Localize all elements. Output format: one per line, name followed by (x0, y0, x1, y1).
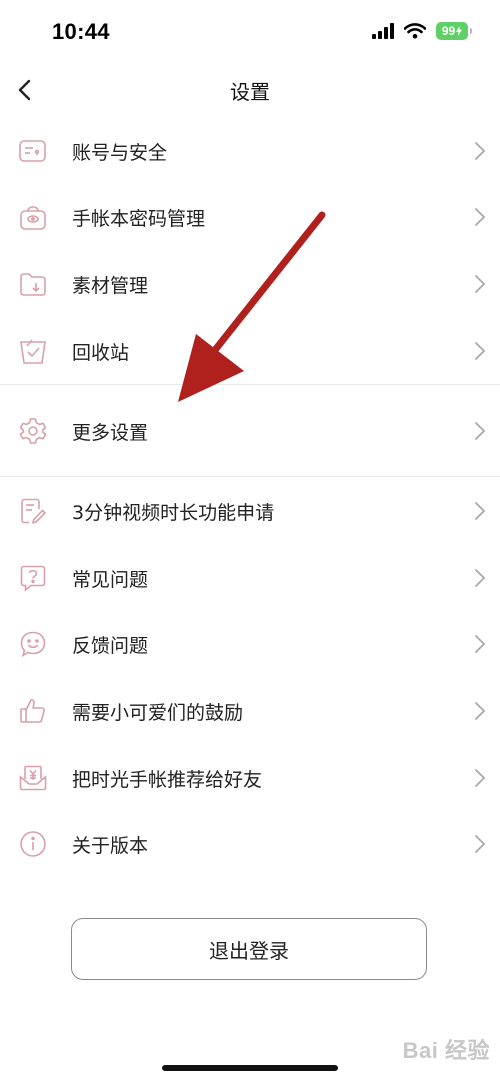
settings-item-faq[interactable]: 常见问题 (0, 545, 500, 611)
watermark: Bai 经验 (402, 1038, 490, 1063)
chevron-right-icon (475, 208, 486, 226)
chevron-right-icon (475, 422, 486, 440)
settings-item-label: 回收站 (72, 341, 130, 364)
section-divider (0, 476, 500, 477)
id-card-heart-icon (19, 140, 46, 162)
folder-download-icon (20, 273, 46, 296)
settings-item-material-management[interactable]: 素材管理 (0, 251, 500, 317)
chevron-right-icon (475, 502, 486, 520)
wifi-icon (404, 23, 426, 39)
settings-item-label: 素材管理 (72, 274, 149, 297)
status-icons: 99 (372, 22, 472, 40)
settings-item-label: 常见问题 (72, 568, 149, 591)
chevron-right-icon (475, 569, 486, 587)
section-divider (0, 384, 500, 385)
settings-item-label: 3分钟视频时长功能申请 (72, 501, 275, 524)
share-gift-icon (19, 765, 47, 791)
thumbs-up-icon (20, 699, 45, 723)
settings-item-label: 手帐本密码管理 (72, 207, 206, 230)
gear-icon (19, 418, 47, 444)
document-edit-icon (21, 498, 47, 524)
info-icon (20, 831, 46, 857)
settings-item-about-version[interactable]: 关于版本 (0, 811, 500, 877)
chevron-right-icon (475, 769, 486, 787)
status-time: 10:44 (52, 19, 110, 44)
chevron-right-icon (475, 835, 486, 853)
logout-button[interactable]: 退出登录 (71, 918, 427, 980)
navigation-bar: 设置 (0, 66, 500, 114)
settings-item-video-duration-apply[interactable]: 3分钟视频时长功能申请 (0, 478, 500, 544)
lock-box-icon (20, 206, 46, 230)
question-icon (20, 565, 46, 592)
settings-item-recycle-bin[interactable]: 回收站 (0, 318, 500, 384)
settings-item-encourage[interactable]: 需要小可爱们的鼓励 (0, 678, 500, 744)
chevron-right-icon (475, 702, 486, 720)
battery-icon: 99 (436, 22, 472, 40)
settings-item-label: 把时光手帐推荐给好友 (72, 768, 263, 791)
chevron-right-icon (475, 342, 486, 360)
chevron-right-icon (475, 275, 486, 293)
settings-item-label: 关于版本 (72, 834, 149, 857)
settings-item-label: 账号与安全 (72, 141, 168, 164)
charging-bolt-icon (456, 26, 463, 36)
settings-item-account-security[interactable]: 账号与安全 (0, 118, 500, 184)
trash-bin-icon (20, 339, 46, 364)
settings-item-recommend-friends[interactable]: 把时光手帐推荐给好友 (0, 745, 500, 811)
settings-item-notebook-password[interactable]: 手帐本密码管理 (0, 184, 500, 250)
status-bar: 10:44 99 (0, 0, 500, 66)
cellular-signal-icon (372, 23, 394, 39)
chevron-right-icon (475, 635, 486, 653)
settings-item-more-settings[interactable]: 更多设置 (0, 398, 500, 464)
chevron-right-icon (475, 142, 486, 160)
settings-item-label: 更多设置 (72, 421, 149, 444)
smile-bubble-icon (20, 631, 46, 658)
settings-item-label: 需要小可爱们的鼓励 (72, 701, 244, 724)
settings-item-label: 反馈问题 (72, 634, 149, 657)
battery-level: 99 (441, 24, 456, 38)
settings-item-feedback[interactable]: 反馈问题 (0, 611, 500, 677)
page-title: 设置 (230, 80, 270, 104)
home-indicator[interactable] (162, 1065, 338, 1071)
